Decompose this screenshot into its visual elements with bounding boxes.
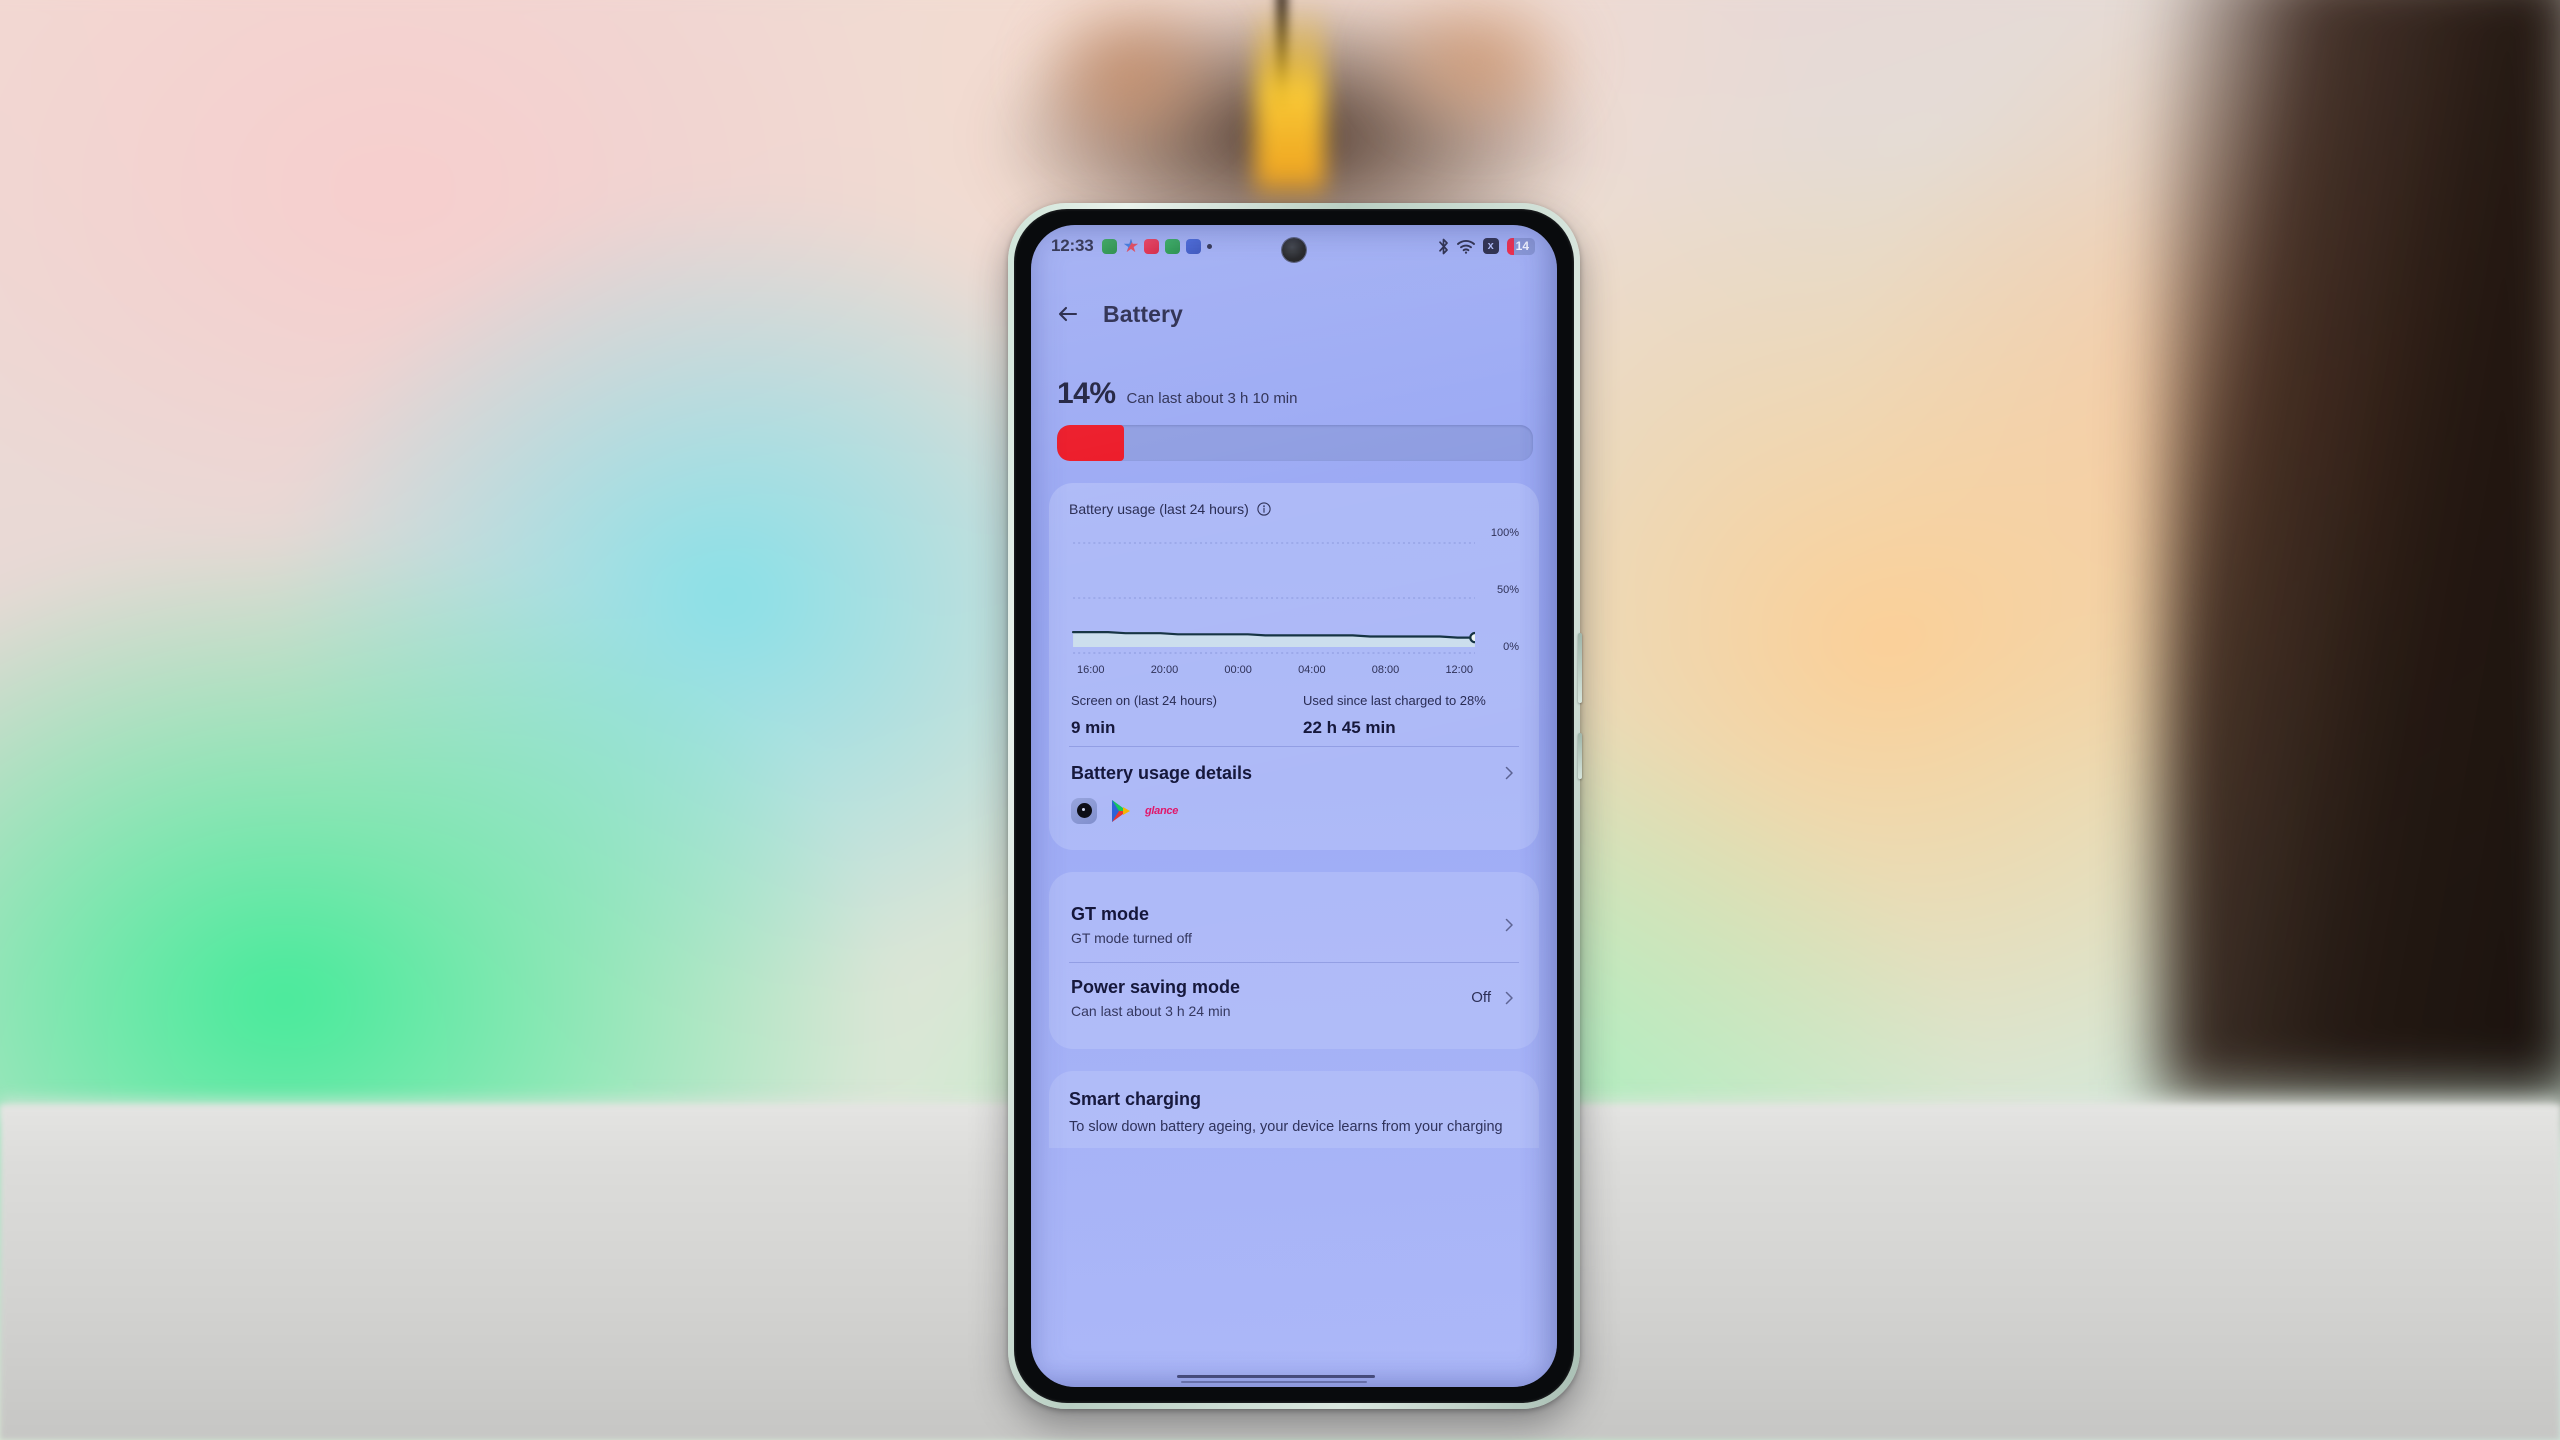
- status-right-icons: x 14: [1438, 237, 1535, 255]
- info-icon[interactable]: [1257, 502, 1271, 516]
- gt-mode-title: GT mode: [1071, 903, 1150, 924]
- battery-estimate: Can last about 3 h 10 min: [1126, 390, 1298, 407]
- chevron-right-icon: [1501, 990, 1517, 1006]
- used-since-stat: Used since last charged to 28% 22 h 45 m…: [1303, 692, 1517, 738]
- usage-card-title-row: Battery usage (last 24 hours): [1069, 501, 1519, 517]
- app-content: Battery 14% Can last about 3 h 10 min Ba…: [1031, 267, 1557, 1149]
- page-title: Battery: [1103, 300, 1183, 327]
- battery-usage-chart: 100% 50% 0%: [1069, 527, 1519, 657]
- wifi-icon: [1456, 239, 1475, 254]
- power-saving-mode-row[interactable]: Power saving mode Can last about 3 h 24 …: [1069, 963, 1519, 1033]
- chevron-right-icon: [1501, 765, 1517, 781]
- status-battery-fill: [1506, 237, 1514, 255]
- battery-summary-row: 14% Can last about 3 h 10 min: [1057, 377, 1533, 411]
- screen-on-value: 9 min: [1071, 717, 1116, 737]
- power-saving-title: Power saving mode: [1071, 976, 1241, 997]
- background-dark-right: [2160, 0, 2560, 1100]
- smart-charging-card[interactable]: Smart charging To slow down battery agei…: [1049, 1070, 1539, 1149]
- y-axis-label-0: 0%: [1503, 641, 1519, 653]
- x-axis-tick-5: 12:00: [1445, 664, 1473, 676]
- status-battery-level: 14: [1515, 238, 1529, 253]
- volume-button[interactable]: [1578, 733, 1582, 779]
- battery-percent: 14%: [1057, 377, 1116, 410]
- screen-bottom-fade: [1031, 1361, 1557, 1387]
- gt-mode-text: GT mode GT mode turned off: [1071, 904, 1501, 946]
- battery-summary: 14% Can last about 3 h 10 min: [1031, 339, 1557, 461]
- x-axis-tick-1: 20:00: [1150, 664, 1179, 676]
- notification-icons: [1102, 238, 1213, 254]
- front-camera-punch-hole: [1282, 238, 1306, 262]
- chat-blue-icon: [1186, 238, 1202, 254]
- app-bar: Battery: [1031, 267, 1557, 339]
- smart-charging-title: Smart charging: [1069, 1088, 1202, 1109]
- status-battery-indicator: 14: [1506, 237, 1535, 255]
- battery-usage-chart-svg: [1071, 542, 1475, 654]
- phone-screen: 12:33 x 14 Battery 14% Can last about 3 …: [1031, 225, 1557, 1387]
- usage-card-title: Battery usage (last 24 hours): [1069, 501, 1249, 517]
- screen-on-stat: Screen on (last 24 hours) 9 min: [1071, 692, 1285, 738]
- chevron-right-icon: [1501, 917, 1517, 933]
- chart-current-marker: [1469, 631, 1475, 644]
- battery-usage-details-row[interactable]: Battery usage details: [1069, 747, 1519, 788]
- x-axis-tick-0: 16:00: [1077, 664, 1105, 676]
- screen-on-label: Screen on (last 24 hours): [1071, 693, 1217, 708]
- power-saving-text: Power saving mode Can last about 3 h 24 …: [1071, 977, 1471, 1019]
- used-since-value: 22 h 45 min: [1303, 717, 1396, 737]
- status-clock: 12:33: [1051, 236, 1094, 255]
- battery-usage-card: Battery usage (last 24 hours) 100% 50% 0…: [1049, 483, 1539, 850]
- details-text-wrap: Battery usage details: [1071, 763, 1501, 784]
- power-saving-value: Off: [1471, 989, 1491, 1007]
- phone-device: 12:33 x 14 Battery 14% Can last about 3 …: [1008, 203, 1582, 1409]
- battery-level-bar: [1057, 425, 1533, 461]
- x-axis-tick-2: 00:00: [1224, 664, 1252, 676]
- smart-charging-subtitle: To slow down battery ageing, your device…: [1069, 1118, 1503, 1135]
- modes-card: GT mode GT mode turned off Power saving …: [1049, 871, 1539, 1049]
- more-dot-icon: [1207, 243, 1213, 249]
- battery-usage-app-icons: glance: [1069, 788, 1519, 834]
- x-axis-tick-4: 08:00: [1371, 664, 1400, 676]
- gt-mode-row[interactable]: GT mode GT mode turned off: [1069, 890, 1519, 960]
- star-icon: [1123, 239, 1138, 254]
- y-axis-label-100: 100%: [1490, 527, 1519, 539]
- back-arrow-icon[interactable]: [1055, 301, 1081, 327]
- battery-level-fill: [1057, 425, 1124, 461]
- camera-app-icon[interactable]: [1071, 797, 1097, 824]
- bluetooth-icon: [1438, 238, 1449, 255]
- glance-app-icon[interactable]: glance: [1145, 805, 1178, 817]
- phone-bezel: 12:33 x 14 Battery 14% Can last about 3 …: [1014, 209, 1574, 1403]
- x-axis-labels: 16:00 20:00 00:00 04:00 08:00 12:00: [1069, 659, 1519, 676]
- photo-scene: 12:33 x 14 Battery 14% Can last about 3 …: [0, 0, 2560, 1440]
- lamp-glow: [1255, 0, 1325, 205]
- ring-green-icon: [1165, 238, 1181, 254]
- y-axis-label-50: 50%: [1496, 584, 1519, 596]
- sos-red-icon: [1144, 238, 1160, 254]
- battery-usage-details-title: Battery usage details: [1071, 762, 1253, 783]
- app-green-icon: [1102, 238, 1118, 254]
- no-sim-x-icon: x: [1482, 238, 1499, 254]
- usage-stats: Screen on (last 24 hours) 9 min Used sin…: [1069, 676, 1519, 744]
- power-button[interactable]: [1578, 633, 1582, 703]
- power-saving-subtitle: Can last about 3 h 24 min: [1071, 1002, 1231, 1019]
- gt-mode-subtitle: GT mode turned off: [1071, 929, 1192, 946]
- play-store-app-icon[interactable]: [1110, 799, 1132, 823]
- x-axis-tick-3: 04:00: [1298, 664, 1326, 676]
- used-since-label: Used since last charged to 28%: [1303, 693, 1486, 708]
